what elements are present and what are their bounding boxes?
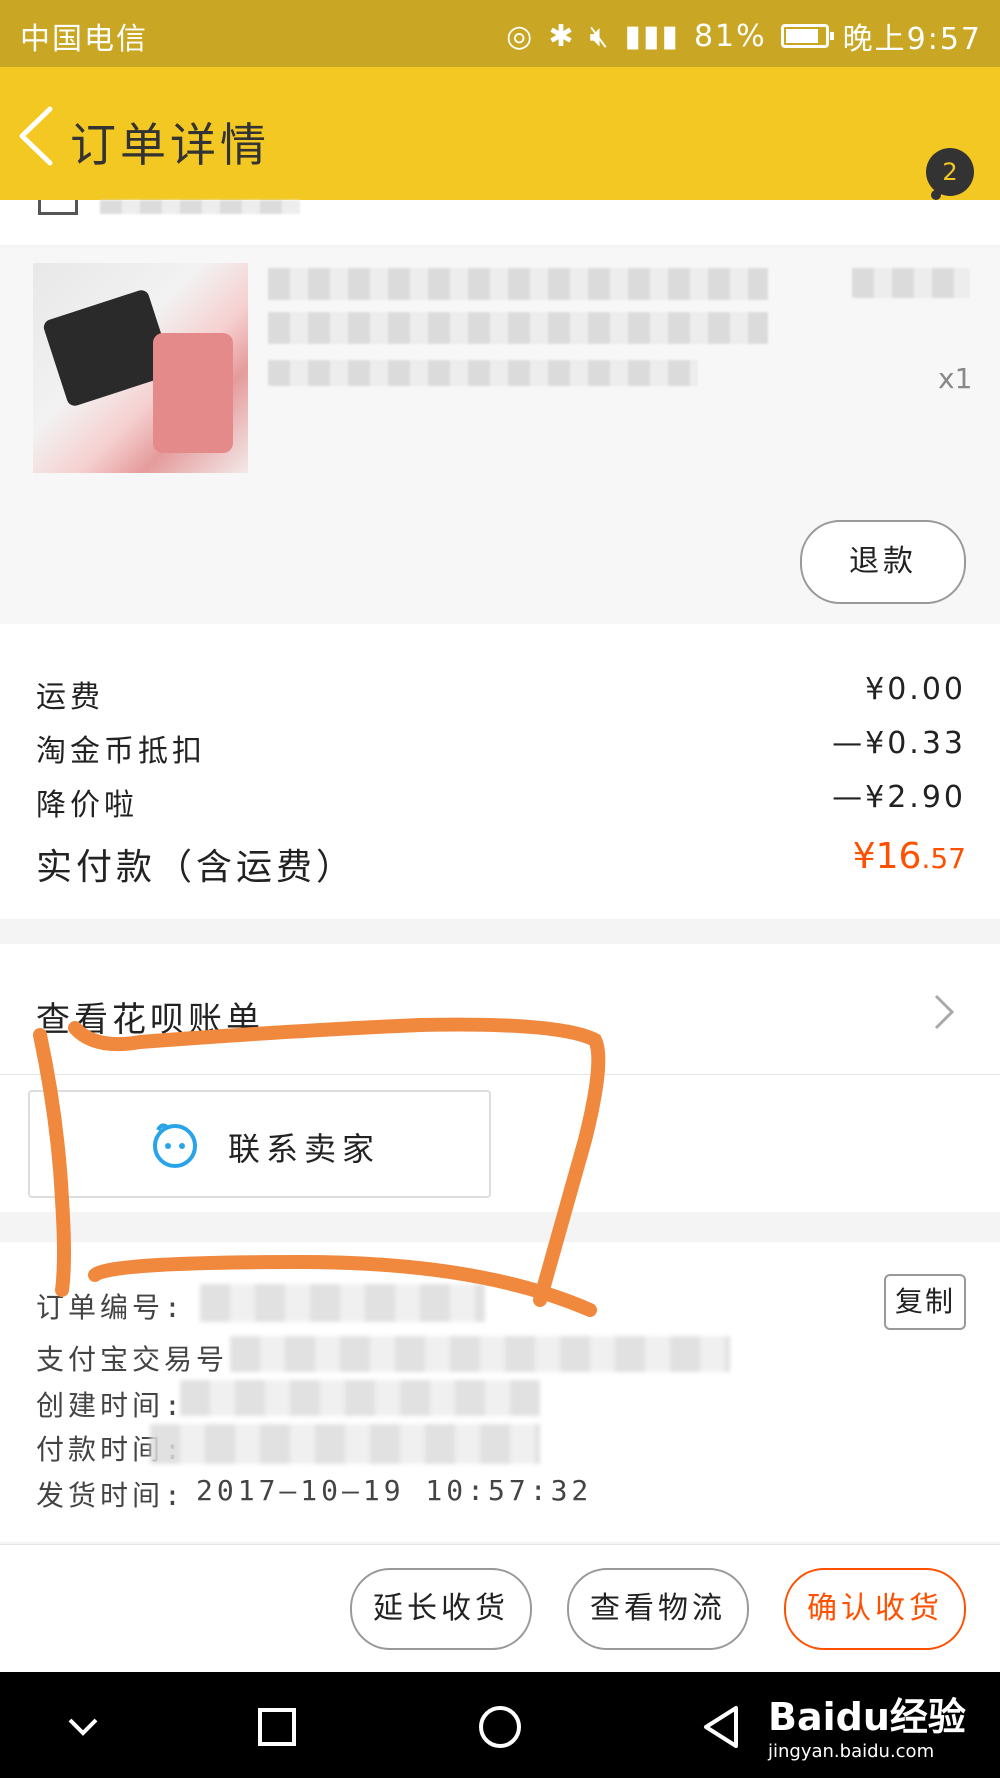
contact-seller-label: 联系卖家 xyxy=(228,1130,381,1168)
order-no-blurred xyxy=(200,1284,485,1322)
paid-time-blurred xyxy=(150,1424,540,1464)
fee-summary: 运费 ¥0.00 淘金币抵扣 —¥0.33 降价啦 —¥2.90 实付款（含运费… xyxy=(0,624,1000,919)
fee-discount-value: —¥2.90 xyxy=(832,780,966,815)
shipped-label: 发货时间: xyxy=(36,1479,185,1512)
confirm-receipt-button[interactable]: 确认收货 xyxy=(784,1568,966,1650)
total-decimal: .57 xyxy=(921,842,966,875)
battery-percent: 81% xyxy=(693,18,767,54)
contact-seller-button[interactable]: 联系卖家 xyxy=(28,1090,491,1198)
home-icon[interactable] xyxy=(475,1702,525,1752)
mute-icon: 🔇︎ xyxy=(589,18,611,54)
product-title-blurred-2 xyxy=(268,312,768,344)
status-bar: 中国电信 ◎ ✱ 🔇︎ ▮▮▮ 81% 晚上9:57 xyxy=(0,0,1000,67)
total-amount: ¥16.57 xyxy=(853,836,966,877)
bluetooth-icon: ✱ xyxy=(548,18,576,54)
chevron-right-icon xyxy=(934,994,955,1030)
carrier-label: 中国电信 xyxy=(20,22,148,57)
price-blurred xyxy=(852,268,970,298)
huabei-label: 查看花呗账单 xyxy=(36,1000,264,1040)
chat-face-icon xyxy=(153,1123,197,1168)
status-right-group: ◎ ✱ 🔇︎ ▮▮▮ 81% 晚上9:57 xyxy=(506,14,982,58)
wifi-icon: ◎ xyxy=(506,18,535,54)
created-label: 创建时间: xyxy=(36,1389,185,1422)
extend-receipt-button[interactable]: 延长收货 xyxy=(350,1568,532,1650)
hide-keyboard-icon[interactable] xyxy=(58,1702,108,1752)
bottom-action-bar: 延长收货 查看物流 确认收货 xyxy=(0,1544,1000,1673)
signal-icon: ▮▮▮ xyxy=(624,18,680,54)
shop-icon xyxy=(38,200,78,215)
recent-apps-icon[interactable] xyxy=(252,1702,302,1752)
nav-bar: 订单详情 2 xyxy=(0,67,1000,220)
created-time-blurred xyxy=(180,1380,540,1416)
clock: 晚上9:57 xyxy=(842,22,982,57)
watermark-url: jingyan.baidu.com xyxy=(768,1741,935,1762)
fee-shipping-label: 运费 xyxy=(36,680,104,715)
product-sku-blurred xyxy=(268,360,698,386)
order-info: 订单编号: 支付宝交易号 创建时间: 付款时间: 发货时间: 2017—10—1… xyxy=(0,1242,1000,1542)
baidu-jingyan-watermark: Baidu经验 jingyan.baidu.com xyxy=(768,1686,966,1762)
fee-shipping-value: ¥0.00 xyxy=(865,672,966,707)
quantity: x1 xyxy=(938,362,973,395)
product-title-blurred xyxy=(268,268,768,300)
battery-icon xyxy=(780,24,834,48)
back-triangle-icon[interactable] xyxy=(698,1702,748,1752)
fee-discount-label: 降价啦 xyxy=(36,788,138,823)
watermark-brand: Baidu经验 xyxy=(768,1695,966,1739)
huabei-bill-row[interactable]: 查看花呗账单 xyxy=(0,944,1000,1075)
alipay-label: 支付宝交易号 xyxy=(36,1343,229,1376)
page-title: 订单详情 xyxy=(70,118,270,172)
total-currency: ¥ xyxy=(852,836,876,877)
copy-button[interactable]: 复制 xyxy=(884,1274,966,1330)
shop-header[interactable] xyxy=(0,200,1000,245)
refund-button[interactable]: 退款 xyxy=(800,520,966,604)
product-thumbnail[interactable] xyxy=(33,263,248,473)
fee-coin-label: 淘金币抵扣 xyxy=(36,734,206,769)
shipped-time: 2017—10—19 10:57:32 xyxy=(196,1474,593,1507)
back-arrow-icon[interactable] xyxy=(14,103,64,169)
order-no-label: 订单编号: xyxy=(36,1291,185,1324)
total-int: 16 xyxy=(875,836,922,877)
view-logistics-button[interactable]: 查看物流 xyxy=(567,1568,749,1650)
total-label: 实付款（含运费） xyxy=(36,847,357,888)
shop-name-blurred xyxy=(100,200,300,214)
fee-coin-value: —¥0.33 xyxy=(832,726,966,761)
alipay-no-blurred xyxy=(230,1336,730,1372)
